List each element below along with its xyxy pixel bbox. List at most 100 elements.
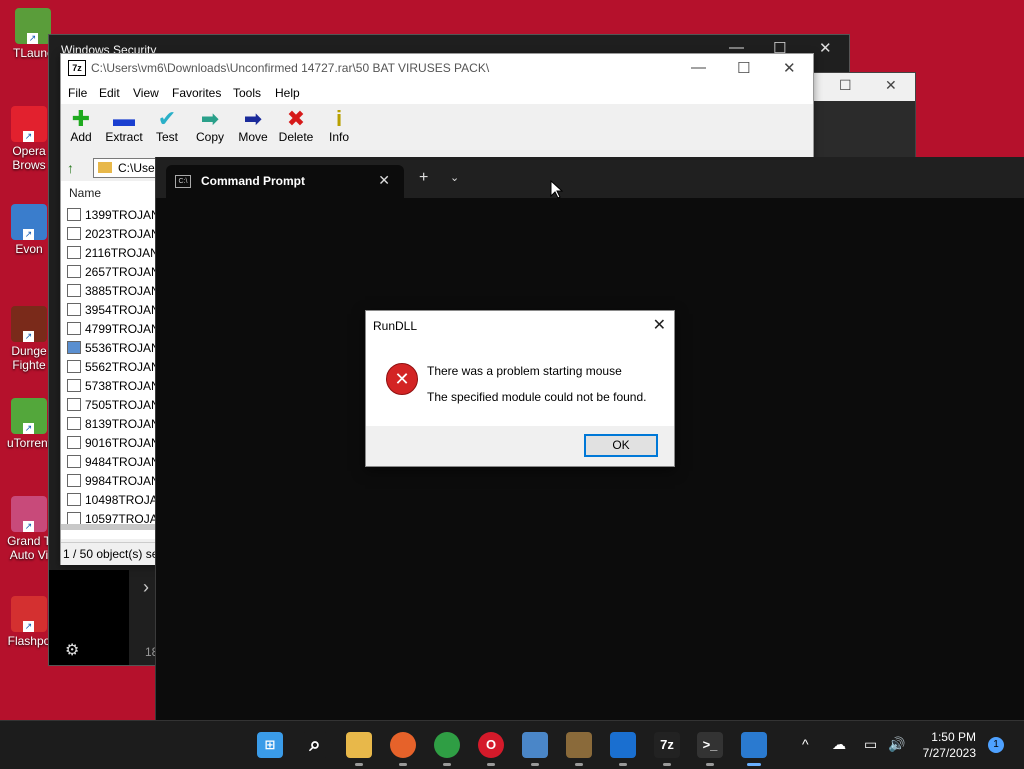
error-icon: ✕ (386, 363, 418, 395)
shortcut-arrow-icon: ↗ (23, 521, 34, 532)
7zip-title: C:\Users\vm6\Downloads\Unconfirmed 14727… (91, 61, 490, 75)
status-text: 1 / 50 object(s) sel (63, 547, 162, 561)
taskbar-monitor-icon[interactable] (522, 732, 548, 766)
taskbar-opera-icon[interactable]: O (478, 732, 504, 766)
clock-time: 1:50 PM (931, 730, 976, 744)
desktop-shortcut[interactable]: ↗ Grand T Auto Vi (4, 496, 54, 562)
taskbar-file-explorer-icon[interactable] (346, 732, 372, 766)
column-header-name[interactable]: Name (69, 186, 101, 200)
new-tab-button[interactable]: + (419, 169, 428, 187)
taskbar-terminal-icon[interactable]: >_ (697, 732, 723, 766)
copy-button[interactable]: ➡ Copy (188, 108, 232, 145)
running-indicator (747, 763, 761, 766)
taskbar-notepad-icon[interactable] (741, 732, 767, 766)
add-icon: ✚ (71, 106, 91, 131)
taskbar-chrome-icon[interactable] (434, 732, 460, 766)
shortcut-arrow-icon: ↗ (23, 131, 34, 142)
bat-file-icon (67, 265, 81, 278)
desktop-shortcut-label: Grand T Auto Vi (7, 534, 51, 562)
7zip-logo-icon: 7z (68, 60, 86, 76)
taskbar-start-icon[interactable]: ⊞ (257, 732, 283, 758)
taskbar-defender-icon[interactable] (610, 732, 636, 766)
delete-button[interactable]: ✖ Delete (274, 106, 318, 145)
close-button[interactable]: ✕ (783, 59, 796, 77)
notification-badge[interactable]: 1 (988, 737, 1004, 753)
move-button[interactable]: ➡ Move (231, 108, 275, 145)
menu-item-view[interactable]: View (133, 86, 159, 100)
running-indicator (663, 763, 671, 766)
tab-label: Command Prompt (201, 174, 306, 188)
bat-file-icon (67, 417, 81, 430)
background-window[interactable]: ☐ ✕ (812, 72, 916, 160)
tray-chevron-icon[interactable]: ^ (802, 736, 809, 752)
app-icon: ↗ (11, 398, 47, 434)
taskbar-game-icon[interactable] (566, 732, 592, 766)
taskbar-search-icon[interactable]: ⌕ (302, 732, 328, 758)
tab-command-prompt[interactable]: C:\ Command Prompt ✕ (166, 165, 404, 198)
taskbar: ⊞ ⌕ O 7z >_ ^ ☁ ▭ 🔊 1:50 PM 7/27/2023 1 (0, 720, 1024, 769)
tab-close-icon[interactable]: ✕ (378, 172, 390, 189)
running-indicator (706, 763, 714, 766)
desktop-shortcut[interactable]: ↗ Flashpo (4, 596, 54, 648)
onedrive-icon[interactable]: ☁ (832, 736, 846, 753)
bat-file-icon (67, 284, 81, 297)
shortcut-arrow-icon: ↗ (23, 331, 34, 342)
app-icon: ↗ (11, 496, 47, 532)
taskbar-firefox-icon[interactable] (390, 732, 416, 766)
clock[interactable]: 1:50 PM 7/27/2023 (923, 729, 976, 761)
desktop-shortcut[interactable]: ↗ Evon (4, 204, 54, 256)
bat-file-icon (67, 208, 81, 221)
toolbar-label: Test (155, 130, 178, 144)
maximize-button[interactable]: ☐ (839, 77, 852, 94)
test-icon: ✔ (157, 106, 177, 131)
toolbar-label: Add (70, 130, 92, 144)
info-icon: i (335, 106, 343, 131)
rundll-dialog[interactable]: RunDLL ✕ ✕ There was a problem starting … (365, 310, 675, 467)
dialog-message-primary: There was a problem starting mouse (427, 364, 622, 378)
dialog-close-button[interactable]: ✕ (653, 315, 666, 335)
bat-file-icon (67, 436, 81, 449)
folder-icon (98, 162, 112, 173)
desktop-shortcut[interactable]: ↗ Dunge Fighte (4, 306, 54, 372)
toolbar-label: Info (328, 130, 349, 144)
running-indicator (619, 763, 627, 766)
close-button[interactable]: ✕ (885, 77, 897, 94)
desktop-shortcut[interactable]: ↗ Opera Brows (4, 106, 54, 172)
chevron-right-icon[interactable]: › (143, 577, 149, 598)
minimize-button[interactable]: — (691, 59, 706, 76)
gear-icon[interactable]: ⚙ (65, 640, 79, 660)
cmd-icon: C:\ (175, 175, 191, 188)
menu-item-edit[interactable]: Edit (99, 86, 120, 100)
network-icon[interactable]: ▭ (864, 736, 877, 753)
desktop-shortcut-label: Evon (15, 242, 43, 256)
desktop-shortcut-label: Opera Brows (12, 144, 46, 172)
volume-icon[interactable]: 🔊 (888, 736, 905, 753)
toolbar-label: Delete (278, 130, 314, 144)
horizontal-scrollbar[interactable] (61, 524, 156, 530)
tab-dropdown-button[interactable]: ⌄ (450, 171, 459, 184)
running-indicator (531, 763, 539, 766)
file-name: 2116TROJAN.I (85, 246, 166, 260)
delete-icon: ✖ (286, 106, 306, 131)
menu-item-tools[interactable]: Tools (233, 86, 261, 100)
running-indicator (487, 763, 495, 766)
running-indicator (443, 763, 451, 766)
shortcut-arrow-icon: ↗ (23, 229, 34, 240)
app-icon: ↗ (11, 306, 47, 342)
taskbar-7zip-icon[interactable]: 7z (654, 732, 680, 766)
test-button[interactable]: ✔ Test (145, 106, 189, 145)
info-button[interactable]: i Info (317, 106, 361, 145)
ok-button[interactable]: OK (584, 434, 658, 457)
close-button[interactable]: ✕ (819, 39, 832, 57)
bat-file-icon (67, 322, 81, 335)
desktop-shortcut[interactable]: ↗ uTorrent (4, 398, 54, 450)
maximize-button[interactable]: ☐ (737, 59, 750, 77)
add-button[interactable]: ✚ Add (59, 106, 103, 145)
menu-item-file[interactable]: File (68, 86, 87, 100)
bat-file-icon (67, 246, 81, 259)
dialog-footer: OK (366, 426, 674, 466)
menu-item-favorites[interactable]: Favorites (172, 86, 221, 100)
menu-item-help[interactable]: Help (275, 86, 300, 100)
extract-button[interactable]: ▬ Extract (102, 108, 146, 145)
up-folder-icon[interactable]: ↑ (67, 160, 81, 176)
